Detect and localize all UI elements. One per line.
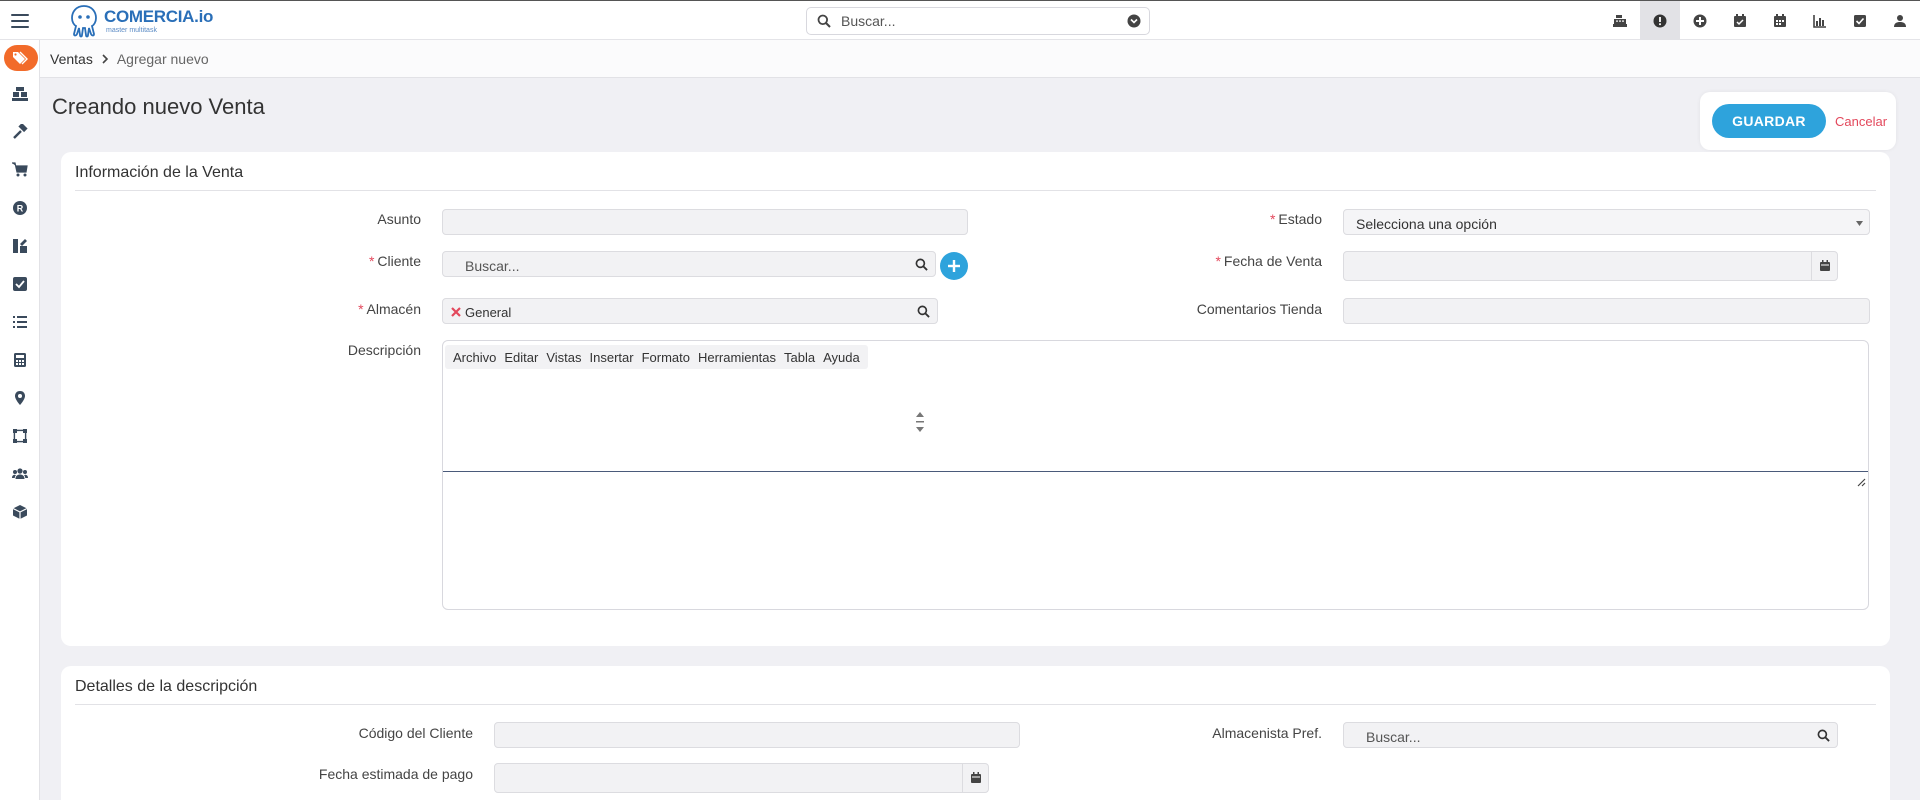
- plus-icon: [948, 260, 960, 272]
- registered-icon[interactable]: R: [0, 190, 40, 226]
- breadcrumb-page: Agregar nuevo: [116, 50, 209, 67]
- calendar-icon: [1819, 260, 1830, 271]
- location-icon[interactable]: [0, 380, 40, 416]
- cliente-search-field[interactable]: Buscar...: [442, 251, 936, 277]
- top-bar: COMERCIA.io master multitask Buscar...: [0, 0, 1920, 40]
- calendar-icon: [970, 772, 981, 783]
- codigo-cliente-label: Código del Cliente: [358, 725, 473, 741]
- hammer-icon[interactable]: [0, 114, 40, 150]
- almacen-field[interactable]: General: [442, 298, 938, 324]
- fecha-venta-field[interactable]: [1343, 251, 1838, 281]
- estado-label: * Estado: [1269, 211, 1322, 227]
- fecha-pago-label: Fecha estimada de pago: [318, 766, 473, 782]
- chevron-down-icon: [1856, 221, 1863, 226]
- editor-menu-editar[interactable]: Editar: [504, 350, 538, 365]
- calculator-icon[interactable]: [0, 342, 40, 378]
- hamburger-menu-icon[interactable]: [8, 9, 32, 33]
- almacenista-label: Almacenista Pref.: [1212, 725, 1322, 741]
- editor-menubar: Archivo Editar Vistas Insertar Formato H…: [445, 345, 868, 369]
- task-icon[interactable]: [0, 266, 40, 302]
- chart-icon[interactable]: [1800, 1, 1840, 40]
- divider: [75, 704, 1876, 705]
- logo-tagline: master multitask: [106, 27, 157, 34]
- alert-icon[interactable]: [1640, 1, 1680, 40]
- editor-menu-vistas[interactable]: Vistas: [546, 350, 581, 365]
- section-title: Detalles de la descripción: [75, 678, 258, 695]
- almacen-label: * Almacén: [358, 301, 421, 317]
- editor-menu-herramientas[interactable]: Herramientas: [698, 350, 776, 365]
- comentarios-field[interactable]: [1343, 298, 1870, 324]
- cart-icon[interactable]: [0, 152, 40, 188]
- svg-text:R: R: [17, 204, 24, 214]
- calendar-button[interactable]: [962, 764, 988, 792]
- global-search[interactable]: Buscar...: [806, 7, 1150, 35]
- search-input[interactable]: Buscar...: [841, 13, 1127, 29]
- boxes-icon[interactable]: [0, 76, 40, 112]
- list-icon[interactable]: [0, 304, 40, 340]
- editor-menu-formato[interactable]: Formato: [642, 350, 690, 365]
- codigo-cliente-field[interactable]: [494, 722, 1020, 748]
- estado-value: Selecciona una opción: [1356, 216, 1497, 232]
- sidebar: R: [0, 40, 40, 800]
- pencil-ruler-icon[interactable]: [0, 228, 40, 264]
- logo-name: COMERCIA.io: [104, 7, 214, 26]
- search-icon: [817, 14, 831, 28]
- calendar-button[interactable]: [1811, 252, 1837, 280]
- cliente-search-input[interactable]: Buscar...: [465, 258, 519, 274]
- logo[interactable]: COMERCIA.io master multitask: [68, 3, 213, 39]
- network-icon[interactable]: [0, 418, 40, 454]
- page-title: Creando nuevo Venta: [52, 94, 265, 119]
- cube-icon[interactable]: [0, 494, 40, 530]
- breadcrumb-module[interactable]: Ventas: [50, 51, 93, 67]
- asunto-label: Asunto: [377, 211, 421, 227]
- top-toolbar: [1600, 1, 1920, 40]
- checkbox-icon[interactable]: [1840, 1, 1880, 40]
- asunto-field[interactable]: [442, 209, 968, 235]
- editor-menu-ayuda[interactable]: Ayuda: [823, 350, 860, 365]
- editor-menu-tabla[interactable]: Tabla: [784, 350, 815, 365]
- descripcion-editor[interactable]: Archivo Editar Vistas Insertar Formato H…: [442, 340, 1869, 610]
- cash-register-icon[interactable]: [1600, 1, 1640, 40]
- search-icon[interactable]: [917, 305, 930, 318]
- chevron-right-icon: [102, 53, 108, 64]
- octopus-logo-icon: [71, 5, 97, 38]
- fecha-pago-field[interactable]: [494, 763, 989, 793]
- almacenista-search-field[interactable]: Buscar...: [1343, 722, 1838, 748]
- save-button[interactable]: GUARDAR: [1712, 104, 1826, 138]
- cliente-label: * Cliente: [368, 253, 421, 269]
- calendar-check-icon[interactable]: [1720, 1, 1760, 40]
- descripcion-label: Descripción: [347, 342, 421, 358]
- search-icon[interactable]: [915, 258, 928, 271]
- almacen-value: General: [465, 305, 512, 320]
- plus-circle-icon[interactable]: [1680, 1, 1720, 40]
- comentarios-label: Comentarios Tienda: [1196, 301, 1322, 317]
- estado-select[interactable]: Selecciona una opción: [1343, 209, 1870, 235]
- remove-icon[interactable]: [451, 307, 461, 317]
- editor-menu-insertar[interactable]: Insertar: [590, 350, 634, 365]
- chevron-down-circle-icon[interactable]: [1127, 14, 1141, 28]
- calendar-icon[interactable]: [1760, 1, 1800, 40]
- tags-icon[interactable]: [4, 45, 38, 71]
- cancel-link[interactable]: Cancelar: [1835, 114, 1887, 129]
- add-cliente-button[interactable]: [940, 252, 968, 280]
- resize-handle-icon[interactable]: [1856, 477, 1866, 487]
- users-icon[interactable]: [0, 456, 40, 492]
- section-title: Información de la Venta: [75, 164, 244, 181]
- breadcrumb: Ventas Agregar nuevo: [40, 40, 1920, 78]
- user-icon[interactable]: [1880, 1, 1920, 40]
- divider: [75, 190, 1876, 191]
- search-icon[interactable]: [1817, 729, 1830, 742]
- almacenista-search-input[interactable]: Buscar...: [1366, 729, 1420, 745]
- editor-menu-archivo[interactable]: Archivo: [453, 350, 496, 365]
- editor-divider: [443, 471, 1868, 472]
- fecha-venta-label: * Fecha de Venta: [1215, 253, 1322, 269]
- loading-spinner-icon: [916, 412, 924, 432]
- form-actions: GUARDAR Cancelar: [1700, 92, 1896, 150]
